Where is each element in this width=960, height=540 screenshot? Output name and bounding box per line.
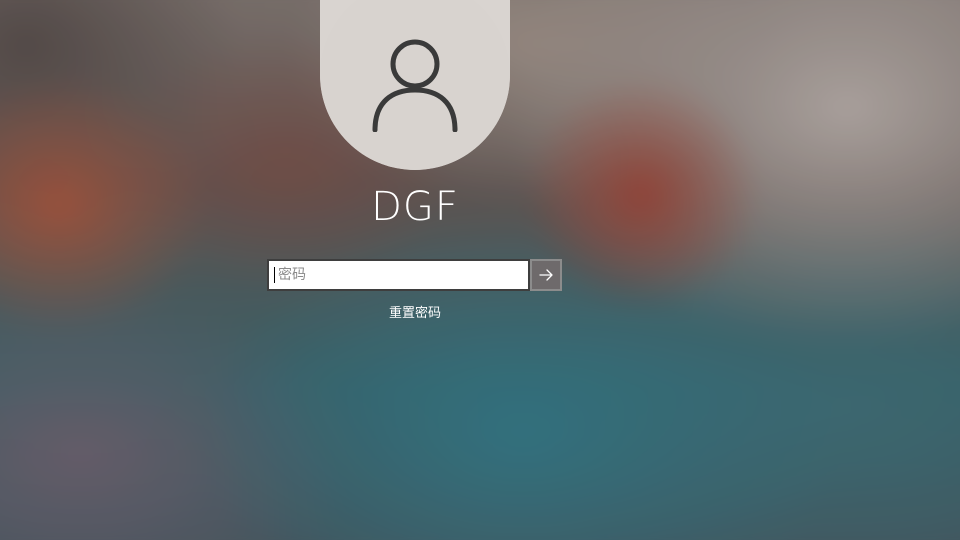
arrow-right-icon (539, 269, 553, 281)
lock-screen: DGF 重置密码 (0, 0, 960, 540)
password-input[interactable] (267, 259, 530, 291)
user-silhouette-icon (372, 39, 458, 132)
reset-password-link[interactable]: 重置密码 (360, 304, 470, 324)
avatar (320, 0, 510, 170)
username-label: DGF (371, 184, 459, 230)
submit-button[interactable] (530, 259, 562, 291)
text-caret (274, 267, 275, 283)
login-panel: DGF 重置密码 (0, 0, 960, 540)
password-row (267, 259, 562, 291)
